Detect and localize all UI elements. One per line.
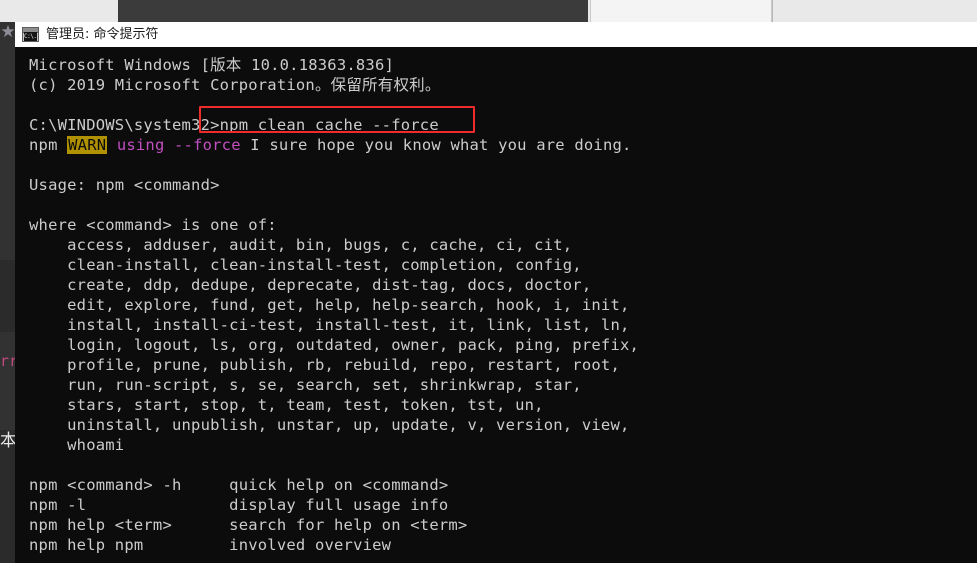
console-segment-plain <box>107 136 117 154</box>
gutter-band-upper <box>0 22 15 260</box>
console-line: profile, prune, publish, rb, rebuild, re… <box>29 356 620 374</box>
console-segment-plain: npm <box>29 136 68 154</box>
console-line: Usage: npm <command> <box>29 176 220 194</box>
console-line: C:\WINDOWS\system32>npm clean cache --fo… <box>29 116 439 134</box>
window-titlebar[interactable]: C:\. 管理员: 命令提示符 <box>15 22 977 47</box>
gutter-band-lower <box>0 332 15 430</box>
star-icon[interactable]: ★ <box>0 22 16 42</box>
console-segment-magenta: using --force <box>116 136 241 154</box>
console-icon-glyph: C:\. <box>24 32 37 41</box>
window-title: 管理员: 命令提示符 <box>46 26 159 42</box>
background-app-strip: 人名 的开发 题 正 为 就 是 尝 试 请 除 的 盛 存 以 管 <box>0 0 977 22</box>
console-line: npm WARN using --force I sure hope you k… <box>29 135 977 155</box>
background-light-tab[interactable]: 题 <box>590 0 772 22</box>
console-line: npm help npm involved overview <box>29 536 392 554</box>
console-output-area[interactable]: Microsoft Windows [版本 10.0.18363.836] (c)… <box>15 47 977 563</box>
console-line: uninstall, unpublish, unstar, up, update… <box>29 416 630 434</box>
console-line: run, run-script, s, se, search, set, shr… <box>29 376 582 394</box>
console-line: create, ddp, dedupe, deprecate, dist-tag… <box>29 276 592 294</box>
background-separator <box>772 0 773 22</box>
console-line: npm help <term> search for help on <term… <box>29 516 468 534</box>
console-line: access, adduser, audit, bin, bugs, c, ca… <box>29 236 573 254</box>
screenshot-root: 人名 的开发 题 正 为 就 是 尝 试 请 除 的 盛 存 以 管 ★ rr … <box>0 0 977 563</box>
console-window-icon: C:\. <box>22 27 39 42</box>
console-line: edit, explore, fund, get, help, help-sea… <box>29 296 630 314</box>
background-document-row: 正 为 就 是 尝 试 请 除 的 盛 存 以 管 <box>784 0 977 22</box>
console-line: (c) 2019 Microsoft Corporation。保留所有权利。 <box>29 76 441 94</box>
background-dark-tab[interactable]: 人名 的开发 <box>118 0 588 22</box>
console-line: where <command> is one of: <box>29 216 277 234</box>
console-line: Microsoft Windows [版本 10.0.18363.836] <box>29 56 395 74</box>
console-segment-warn: WARN <box>67 136 108 154</box>
console-line: npm <command> -h quick help on <command> <box>29 476 449 494</box>
gutter-partial-text-1: rr <box>0 354 15 369</box>
console-line: whoami <box>29 436 125 454</box>
console-line: install, install-ci-test, install-test, … <box>29 316 630 334</box>
command-prompt-window: C:\. 管理员: 命令提示符 Microsoft Windows [版本 10… <box>15 22 977 563</box>
console-line: login, logout, ls, org, outdated, owner,… <box>29 336 640 354</box>
console-line: clean-install, clean-install-test, compl… <box>29 256 582 274</box>
background-left-gutter <box>0 22 15 563</box>
console-line: npm -l display full usage info <box>29 496 449 514</box>
console-segment-plain: I sure hope you know what you are doing. <box>240 136 632 154</box>
console-line: stars, start, stop, t, team, test, token… <box>29 396 544 414</box>
star-glyph: ★ <box>0 22 16 41</box>
gutter-partial-text-2: 本 <box>0 431 15 451</box>
